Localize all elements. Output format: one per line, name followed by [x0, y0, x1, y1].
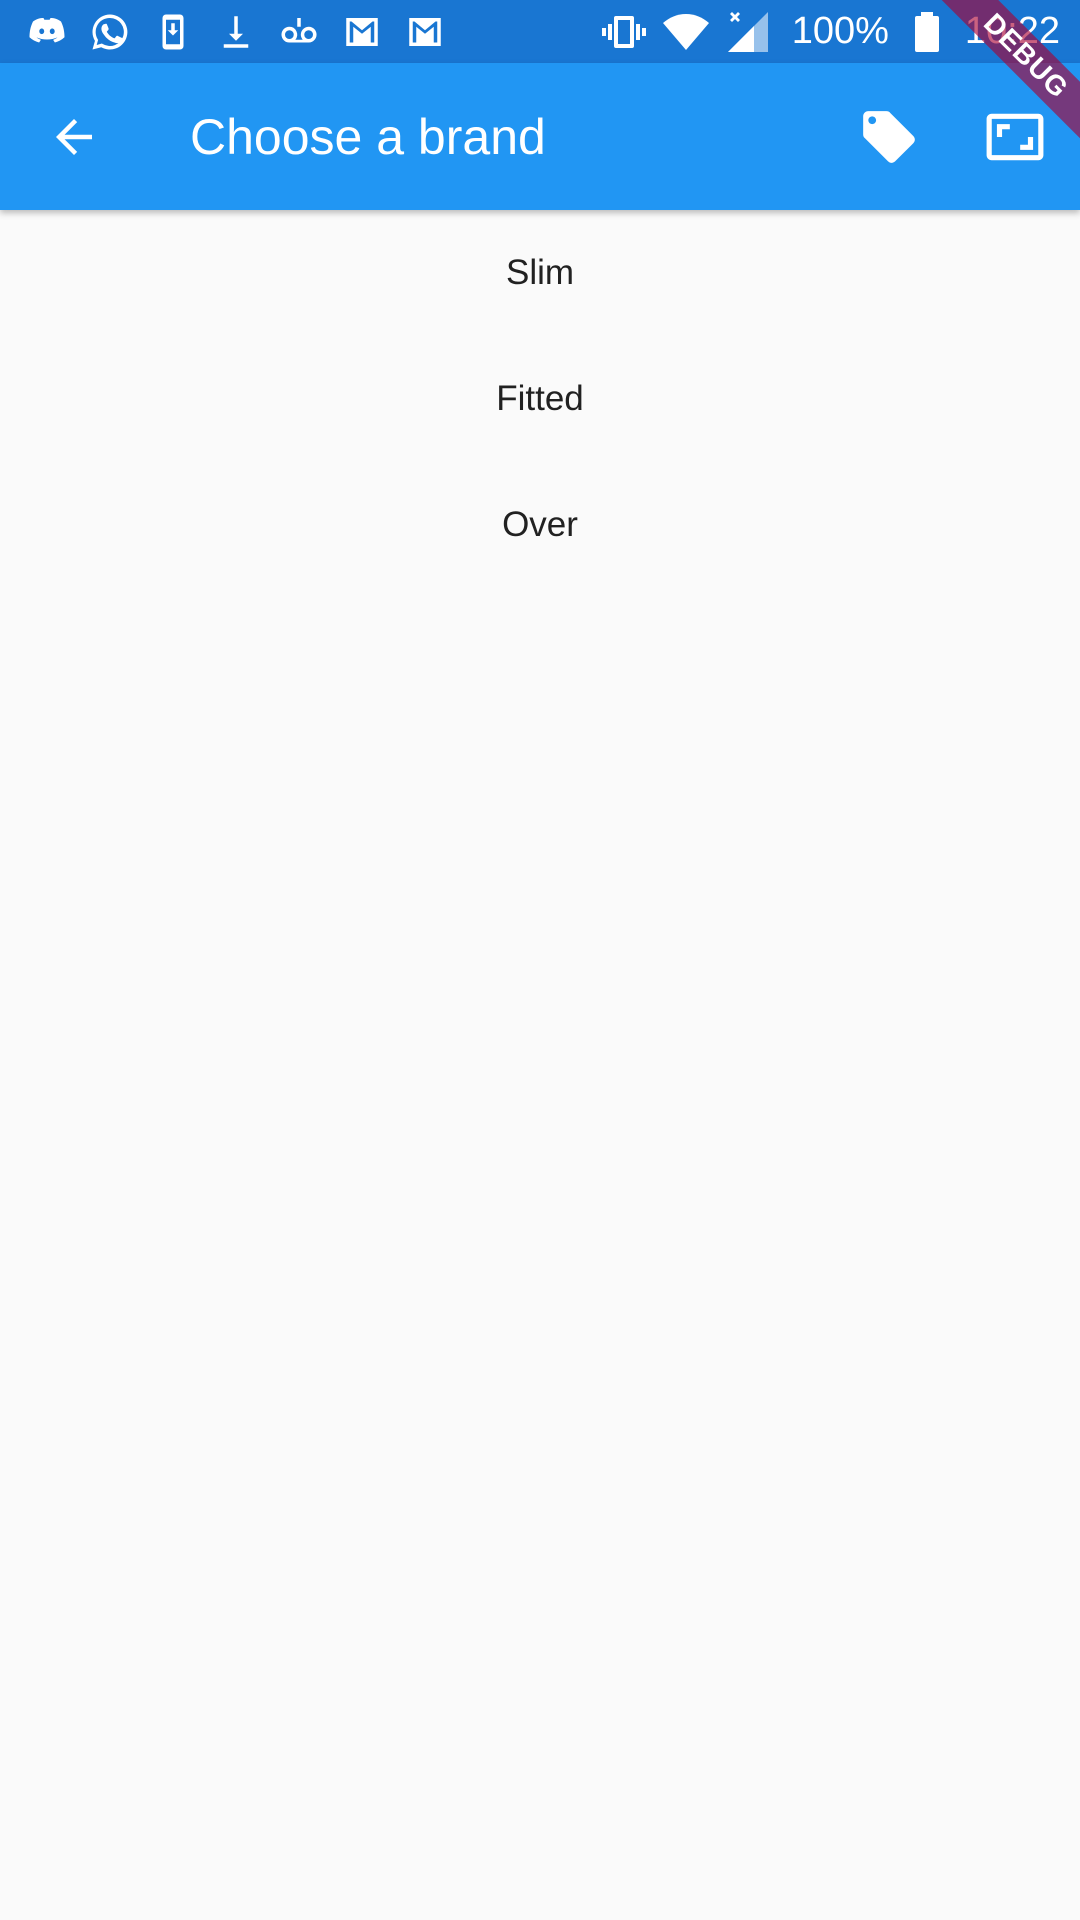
aspect-ratio-icon [986, 113, 1044, 160]
wifi-icon [662, 8, 710, 56]
list-item[interactable]: Over [0, 462, 1080, 588]
tag-button[interactable] [844, 92, 934, 182]
clock: 10:22 [964, 10, 1060, 52]
page-title: Choose a brand [190, 108, 546, 165]
app-bar: Choose a brand [0, 63, 1080, 210]
tag-icon [863, 110, 915, 163]
back-button[interactable] [36, 99, 112, 175]
download-icon [213, 9, 259, 55]
voicemail-icon [276, 9, 322, 55]
brand-list: Slim Fitted Over [0, 210, 1080, 588]
gmail-icon [402, 9, 448, 55]
arrow-back-icon [56, 118, 92, 155]
battery-percentage: 100% [791, 10, 889, 52]
vibrate-icon [600, 8, 648, 56]
aspect-ratio-button[interactable] [970, 92, 1060, 182]
status-bar: 100% 10:22 [0, 0, 1080, 63]
battery-icon [903, 8, 951, 56]
list-item[interactable]: Fitted [0, 336, 1080, 462]
phone-download-icon [150, 9, 196, 55]
app-bar-actions [808, 92, 1060, 182]
signal-icon [724, 8, 772, 56]
gmail-icon [339, 9, 385, 55]
whatsapp-icon [87, 9, 133, 55]
system-icons: 100% 10:22 [586, 8, 1060, 56]
discord-icon [24, 9, 70, 55]
notification-icons [24, 9, 465, 55]
list-item[interactable]: Slim [0, 210, 1080, 336]
